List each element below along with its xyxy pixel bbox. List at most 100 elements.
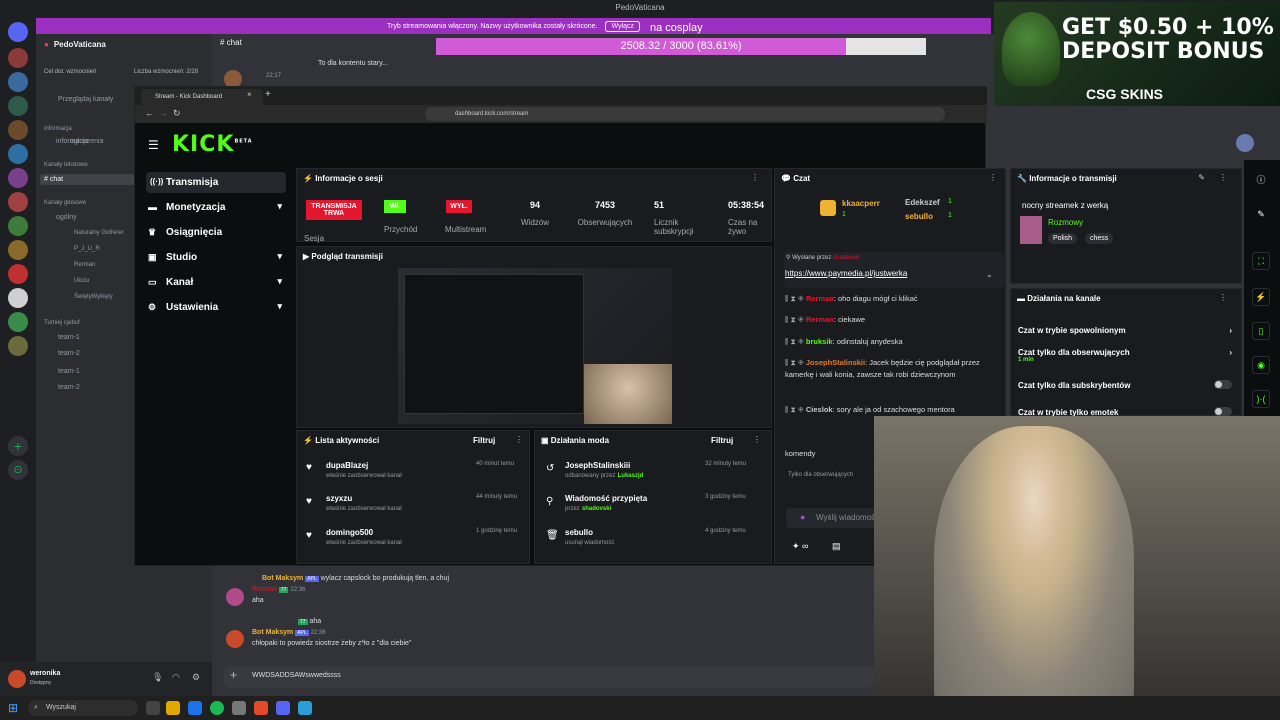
mod-by[interactable]: Lukaszjd (618, 473, 644, 479)
nav-transmisja[interactable]: ((·)) Transmisja (146, 172, 286, 193)
chat-username[interactable]: Cieslok (806, 405, 833, 414)
mod-tools-icon[interactable]: ⫼ ⧗ ◈ (785, 315, 806, 324)
stream-tag[interactable]: Polish (1048, 233, 1078, 244)
message-author[interactable]: Bot Maksym (262, 575, 303, 582)
channel-team[interactable]: team-2 (58, 384, 80, 391)
nav-kanal[interactable]: ▭ Kanał ▾ (146, 272, 286, 293)
channel-team[interactable]: team-1 (58, 334, 80, 341)
activity-user[interactable]: szyxzu (326, 494, 402, 503)
message-author[interactable]: Rerman (252, 586, 277, 593)
browse-channels[interactable]: Przeglądaj kanały (58, 96, 113, 103)
pinned-by[interactable]: shadovski (833, 255, 860, 261)
chevron-down-icon[interactable]: ⌄ (986, 270, 993, 279)
boost-goal[interactable]: Cel dot. wzmocnień (44, 69, 96, 75)
channel-announcements-label[interactable]: ogłoszenia (70, 138, 103, 145)
chat-settings-icon[interactable]: ✦ ∞ (792, 541, 808, 552)
edit-icon[interactable]: ✎ (1252, 206, 1270, 224)
reload-icon[interactable]: ↻ (173, 108, 181, 119)
followers-only-action[interactable]: Czat tylko dla obserwujących 1 min › (1018, 348, 1238, 363)
voice-user[interactable]: Naturalny Gofrerer (74, 230, 124, 236)
emote-icon[interactable]: ▤ (832, 541, 841, 552)
user-avatar[interactable] (8, 670, 26, 688)
windows-start-icon[interactable]: ⊞ (8, 701, 22, 715)
discord-message-input[interactable]: + WWDSADDSAWswwedssss (224, 666, 874, 688)
pinned-link[interactable]: https://www.paymedia.pl/justwerka (785, 269, 907, 278)
spotify-icon[interactable] (210, 701, 224, 715)
mod-tools-icon[interactable]: ⫼ ⧗ ◈ (785, 294, 806, 303)
server-icon[interactable] (8, 288, 28, 308)
taskbar-search[interactable]: ⌕ Wyszukaj (28, 700, 138, 716)
mod-filter-button[interactable]: Filtruj (711, 436, 733, 445)
server-icon[interactable] (8, 216, 28, 236)
chat-username[interactable]: JosephStalinskii (806, 358, 865, 367)
server-icon[interactable] (8, 192, 28, 212)
disable-streamer-mode-button[interactable]: Wyłącz (605, 20, 640, 32)
close-tab-icon[interactable]: × (247, 90, 252, 99)
server-icon[interactable] (8, 336, 28, 356)
user-avatar[interactable] (1236, 134, 1254, 152)
top-gifter[interactable]: Edekszef (905, 198, 940, 207)
task-view-icon[interactable] (146, 701, 160, 715)
more-options-icon[interactable]: ⋮ (515, 435, 523, 444)
activity-filter-button[interactable]: Filtruj (473, 436, 495, 445)
voice-user[interactable]: Rerman (74, 262, 95, 268)
microphone-icon[interactable]: 🎙 (152, 672, 163, 683)
more-options-icon[interactable]: ⋮ (1219, 173, 1227, 182)
category-voice[interactable]: Kanały głosowe (44, 200, 86, 206)
brave-icon[interactable] (254, 701, 268, 715)
sponsor-ad[interactable]: GET $0.50 + 10% DEPOSIT BONUS CSG SKINS (994, 2, 1280, 106)
nav-ustawienia[interactable]: ⚙ Ustawienia ▾ (146, 297, 286, 318)
headphones-icon[interactable]: ◠ (172, 672, 180, 683)
server-icon[interactable] (8, 48, 28, 68)
broadcast-icon[interactable]: )·( (1252, 390, 1270, 408)
category-thumbnail[interactable] (1020, 216, 1042, 244)
discord-icon[interactable] (276, 701, 290, 715)
stream-preview-video[interactable] (398, 268, 672, 424)
fullscreen-icon[interactable]: ⛶ (1252, 252, 1270, 270)
top-gifter[interactable]: kkaacperr (842, 199, 880, 208)
more-options-icon[interactable]: ⋮ (989, 173, 997, 182)
server-name[interactable]: PedoVaticana (44, 40, 106, 49)
server-icon[interactable] (8, 72, 28, 92)
chat-icon[interactable]: ◉ (1252, 356, 1270, 374)
browser-icon[interactable] (188, 701, 202, 715)
add-server-icon[interactable]: + (8, 436, 28, 456)
back-icon[interactable]: ← (145, 108, 154, 118)
gear-icon[interactable]: ⚙ (192, 672, 200, 683)
chat-username[interactable]: Rerman (806, 294, 834, 303)
mod-by[interactable]: shadovski (582, 506, 611, 512)
document-icon[interactable]: ▯ (1252, 322, 1270, 340)
message-author[interactable]: Bot Maksym (252, 629, 293, 636)
more-options-icon[interactable]: ⋮ (751, 173, 759, 182)
subscribers-only-action[interactable]: Czat tylko dla subskrybentów (1018, 380, 1238, 390)
discord-home-icon[interactable] (8, 22, 28, 42)
edit-icon[interactable]: ✎ (1198, 173, 1205, 182)
new-tab-icon[interactable]: + (265, 89, 271, 100)
avatar[interactable] (226, 588, 244, 606)
category-info[interactable]: informacja (44, 126, 72, 132)
file-explorer-icon[interactable] (166, 701, 180, 715)
mod-user[interactable]: sebullo (565, 528, 614, 537)
mod-tools-icon[interactable]: ⫼ ⧗ ◈ (785, 337, 806, 346)
hamburger-menu-icon[interactable]: ☰ (148, 138, 159, 152)
avatar[interactable] (226, 630, 244, 648)
category-tournament[interactable]: Turniej cjebuf (44, 320, 80, 326)
explore-icon[interactable]: ⊙ (8, 460, 28, 480)
kick-logo[interactable]: KICKBETA (172, 132, 253, 157)
nav-monetyzacja[interactable]: ▬ Monetyzacja ▾ (146, 197, 286, 218)
voice-channel-general[interactable]: ogólny (56, 214, 77, 221)
more-options-icon[interactable]: ⋮ (753, 435, 761, 444)
server-icon[interactable] (8, 240, 28, 260)
chat-input[interactable]: ● Wyślij wiadomość (786, 508, 886, 528)
nav-studio[interactable]: ▣ Studio ▾ (146, 247, 286, 268)
info-icon[interactable]: ⓘ (1252, 172, 1270, 190)
activity-user[interactable]: domingo500 (326, 528, 402, 537)
mod-tools-icon[interactable]: ⫼ ⧗ ◈ (785, 358, 806, 367)
telegram-icon[interactable] (298, 701, 312, 715)
browser-tab[interactable]: Stream - Kick Dashboard (141, 89, 263, 105)
server-icon[interactable] (8, 96, 28, 116)
activity-user[interactable]: dupaBlazej (326, 461, 402, 470)
slow-mode-action[interactable]: Czat w trybie spowolnionym › (1018, 326, 1238, 335)
server-icon[interactable] (8, 120, 28, 140)
chat-username[interactable]: bruksik (806, 337, 833, 346)
